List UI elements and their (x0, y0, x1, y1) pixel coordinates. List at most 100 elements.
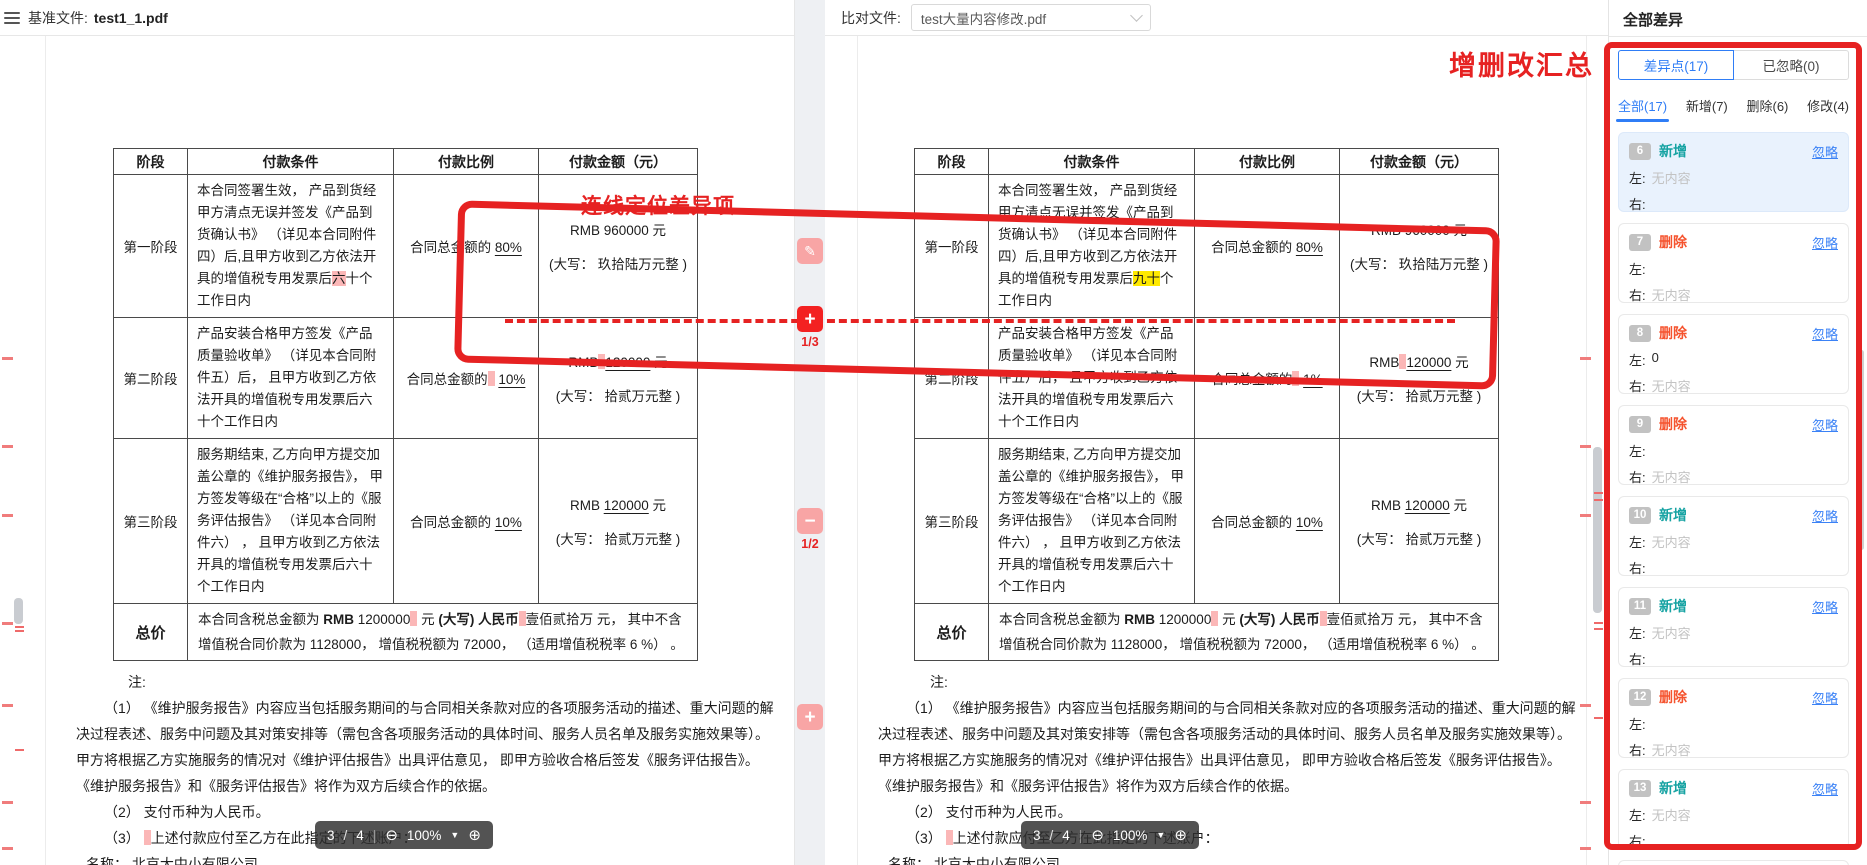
ignore-link[interactable]: 忽略 (1812, 779, 1838, 798)
col-amount: 付款金额（元） (1340, 149, 1499, 175)
diff-type-label: 新增 (1659, 505, 1687, 525)
diff-card[interactable]: 8删除忽略左:0右:无内容 (1618, 314, 1849, 394)
diff-type-label: 删除 (1659, 323, 1687, 343)
col-stage: 阶段 (915, 149, 989, 175)
filter-deleted[interactable]: 删除(6) (1746, 96, 1788, 115)
diff-card[interactable]: 11新增忽略左:无内容右: (1618, 587, 1849, 667)
table-total-row: 总价 本合同含税总金额为 RMB 1200000 元 (大写) 人民币壹佰贰拾万… (915, 604, 1499, 661)
scrollbar-thumb[interactable] (1593, 447, 1602, 613)
payment-table: 阶段 付款条件 付款比例 付款金额（元） 第一阶段 本合同签署生效， 产品到货经… (113, 148, 698, 661)
ignore-link[interactable]: 忽略 (1812, 597, 1838, 616)
base-doc-area: 阶段 付款条件 付款比例 付款金额（元） 第一阶段 本合同签署生效， 产品到货经… (0, 36, 794, 865)
compare-file-select[interactable]: test大量内容修改.pdf (911, 4, 1151, 31)
zoom-out-icon[interactable]: ⊖ (1091, 826, 1104, 844)
ignore-link[interactable]: 忽略 (1812, 506, 1838, 525)
prev-diff-button[interactable]: − (797, 508, 823, 534)
diff-tick (1580, 357, 1591, 360)
diff-card[interactable]: 13新增忽略左:无内容右: (1618, 769, 1849, 849)
table-header-row: 阶段 付款条件 付款比例 付款金额（元） (915, 149, 1499, 175)
diff-tick (15, 749, 24, 751)
zoom-level[interactable]: 100% (1113, 828, 1148, 843)
menu-icon[interactable] (4, 9, 20, 27)
ignore-link[interactable]: 忽略 (1812, 688, 1838, 707)
diff-tick (1594, 628, 1603, 630)
table-row: 第二阶段 产品安装合格甲方签发《产品质量验收单》 （详见本合同附件五）后， 且甲… (915, 318, 1499, 439)
ignore-link[interactable]: 忽略 (1812, 415, 1838, 434)
side-label: 左: (1629, 168, 1646, 187)
payment-table: 阶段 付款条件 付款比例 付款金额（元） 第一阶段 本合同签署生效， 产品到货经… (914, 148, 1499, 661)
page-number[interactable]: 3 (1033, 828, 1041, 843)
page-number[interactable]: 3 (327, 828, 335, 843)
diff-filters: 全部(17) 新增(7) 删除(6) 修改(4) (1618, 92, 1849, 118)
zoom-out-icon[interactable]: ⊖ (385, 826, 398, 844)
diff-type-label: 新增 (1659, 778, 1687, 798)
diff-card[interactable]: 14新增忽略左:无内容右: (1618, 860, 1849, 865)
diff-index-badge: 10 (1629, 507, 1651, 524)
col-amount: 付款金额（元） (539, 149, 698, 175)
side-label: 右: (1629, 376, 1646, 395)
side-label: 右: (1629, 285, 1646, 304)
table-total-row: 总价 本合同含税总金额为 RMB 1200000 元 (大写) 人民币壹佰贰拾万… (114, 604, 698, 661)
filter-all[interactable]: 全部(17) (1618, 96, 1667, 115)
compare-file-label: 比对文件: (841, 8, 901, 28)
diff-index-badge: 9 (1629, 416, 1651, 433)
page-toolbar: 3 / 4 | ⊖ 100% ▼ ⊕ (315, 821, 493, 849)
diff-tick (2, 445, 13, 448)
diff-tick (1594, 499, 1603, 501)
diff-card[interactable]: 10新增忽略左:无内容右: (1618, 496, 1849, 576)
side-label: 左: (1629, 259, 1646, 278)
ignore-link[interactable]: 忽略 (1812, 142, 1838, 161)
zoom-in-icon[interactable]: ⊕ (1174, 826, 1187, 844)
diff-counter: 1/3 (795, 335, 825, 349)
compare-file-value: test大量内容修改.pdf (921, 8, 1046, 28)
zoom-in-icon[interactable]: ⊕ (468, 826, 481, 844)
pane-divider-gutter (795, 0, 825, 865)
base-document-pane: 基准文件: test1_1.pdf 阶段 付款条件 付款比例 付款金额（元） 第… (0, 0, 795, 865)
caret-down-icon[interactable]: ▼ (450, 830, 459, 840)
filter-modified[interactable]: 修改(4) (1807, 96, 1849, 115)
diff-card[interactable]: 7删除忽略左:右:无内容 (1618, 223, 1849, 303)
diff-index-badge: 13 (1629, 780, 1651, 797)
diff-card[interactable]: 9删除忽略左:右:无内容 (1618, 405, 1849, 485)
side-value: 无内容 (1652, 285, 1691, 304)
table-row: 第三阶段 服务期结束, 乙方向甲方提交加盖公章的《维护服务报告》， 甲方签发等级… (915, 439, 1499, 604)
side-label: 右: (1629, 740, 1646, 759)
tab-diff-points[interactable]: 差异点(17) (1618, 50, 1734, 80)
diff-index-badge: 7 (1629, 234, 1651, 251)
diff-card[interactable]: 12删除忽略左:右:无内容 (1618, 678, 1849, 758)
diff-card[interactable]: 6新增忽略左:无内容右: (1618, 132, 1849, 212)
ignore-link[interactable]: 忽略 (1812, 324, 1838, 343)
diff-index-badge: 8 (1629, 325, 1651, 342)
diff-index-badge: 11 (1629, 598, 1651, 615)
filter-added[interactable]: 新增(7) (1686, 96, 1728, 115)
contract-notes: 注: （1） 《维护服务报告》内容应当包括服务期间的与合同相关条款对应的各项服务… (878, 669, 1580, 865)
zoom-level[interactable]: 100% (407, 828, 442, 843)
current-diff-button[interactable]: + (797, 306, 823, 332)
page-total: 4 (356, 828, 364, 843)
page-toolbar: 3 / 4 | ⊖ 100% ▼ ⊕ (1021, 821, 1199, 849)
diff-summary-panel: 全部差异 差异点(17) 已忽略(0) 全部(17) 新增(7) 删除(6) 修… (1608, 0, 1867, 865)
caret-down-icon[interactable]: ▼ (1156, 830, 1165, 840)
diff-tabs: 差异点(17) 已忽略(0) (1618, 50, 1849, 80)
side-value: 无内容 (1652, 805, 1691, 824)
pdf-compare-app: 基准文件: test1_1.pdf 阶段 付款条件 付款比例 付款金额（元） 第… (0, 0, 1867, 865)
next-diff-button[interactable]: + (797, 704, 823, 730)
diff-tick (1594, 622, 1603, 624)
plus-icon: + (804, 310, 815, 329)
scrollbar-thumb[interactable] (14, 598, 23, 624)
compare-doc-page: 阶段 付款条件 付款比例 付款金额（元） 第一阶段 本合同签署生效， 产品到货经… (857, 36, 1587, 865)
diff-tick (15, 626, 24, 628)
diff-tick (2, 847, 13, 850)
annotate-pen-button[interactable]: ✎ (797, 238, 823, 264)
col-ratio: 付款比例 (394, 149, 539, 175)
diff-tick (1594, 717, 1603, 719)
ignore-link[interactable]: 忽略 (1812, 233, 1838, 252)
scrollbar-thumb[interactable] (1859, 350, 1864, 550)
base-file-label: 基准文件: (28, 8, 88, 28)
diff-tick (2, 357, 13, 360)
tab-ignored[interactable]: 已忽略(0) (1733, 50, 1849, 80)
pen-icon: ✎ (804, 244, 816, 258)
diff-type-label: 删除 (1659, 687, 1687, 707)
side-label: 右: (1629, 831, 1646, 850)
col-condition: 付款条件 (989, 149, 1195, 175)
